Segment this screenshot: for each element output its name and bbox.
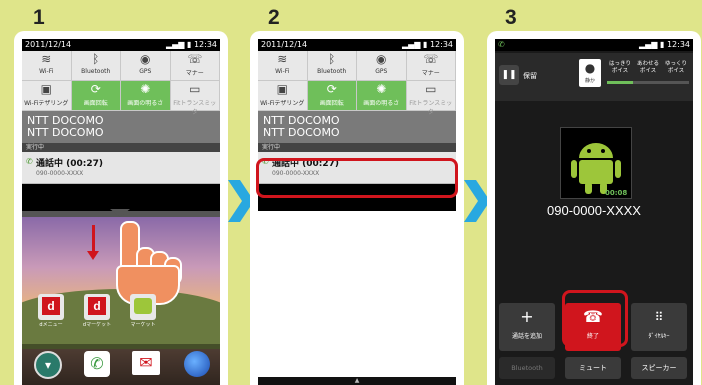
wifi-icon: ≋ [277, 52, 288, 66]
quick-settings: ≋ Wi-Fi ᛒ Bluetooth ◉ GPS ☏ マナー ▣ Wi-Fiテザリング … [22, 51, 220, 116]
dmarket-icon: d [88, 297, 106, 315]
fm-transmitter-icon: ▭ [425, 82, 437, 96]
running-header: 実行中 [258, 143, 456, 152]
status-time: 12:34 [193, 40, 217, 49]
signal-icon: ▂▄▆ ▮ [165, 40, 194, 49]
qs-brightness[interactable]: ✺ 画面の明るさ [357, 81, 407, 111]
fm-transmitter-icon: ▭ [189, 82, 201, 96]
qs-rotate[interactable]: ⟳ 画面回転 [307, 81, 357, 111]
qs-fm[interactable]: ▭ Fitトランスミッタ [406, 81, 456, 116]
wifi-icon: ≋ [41, 52, 52, 66]
phone-step-2: 2011/12/14 ▂▄▆ ▮ 12:34 ≋ Wi-Fi ᛒ Bluetooth… [250, 31, 464, 385]
plus-icon: + [520, 307, 534, 326]
brightness-icon: ✺ [376, 82, 387, 96]
status-bar: ✆ ▂▄▆ ▮ 12:34 [495, 39, 693, 51]
phone-step-1: 2011/12/14 ▂▄▆ ▮ 12:34 ≋ Wi-Fi ᛒ Bluetooth… [14, 31, 228, 385]
signal-icon: ▂▄▆ ▮ [638, 40, 667, 49]
notification-title: 通話中 (00:27) [36, 159, 104, 169]
qs-manner[interactable]: ☏ マナー [406, 51, 456, 81]
app-dmenu[interactable]: d [38, 294, 64, 320]
notification-number: 090-0000-XXXX [36, 170, 84, 177]
phone-app-icon[interactable]: ✆ [84, 351, 110, 377]
phone-icon: ✆ [26, 157, 33, 166]
status-date: 2011/12/14 [261, 40, 308, 49]
qs-gps[interactable]: ◉ GPS [357, 51, 407, 81]
panel-bottom-handle[interactable]: ▲ [258, 377, 456, 385]
qs-wifi[interactable]: ≋ Wi-Fi [22, 51, 72, 81]
qs-rotate[interactable]: ⟳ 画面回転 [71, 81, 121, 111]
qs-manner[interactable]: ☏ マナー [170, 51, 220, 81]
mute-button[interactable]: ミュート [565, 357, 621, 379]
status-time: 12:34 [666, 40, 690, 49]
call-notification[interactable]: ✆ 通話中 (00:27) 090-0000-XXXX [22, 152, 220, 184]
app-dmarket[interactable]: d [84, 294, 110, 320]
hold-button[interactable]: ❚❚ [499, 65, 519, 85]
app-drawer-icon[interactable]: ▾ [34, 351, 62, 379]
qs-fm[interactable]: ▭ Fitトランスミッタ [170, 81, 220, 116]
qs-wifi[interactable]: ≋ Wi-Fi [258, 51, 308, 81]
dialpad-button[interactable]: ⠿ ﾀﾞｲﾔﾙｷｰ [631, 303, 687, 351]
hand-pointer-icon [112, 221, 182, 305]
caller-number: 090-0000-XXXX [547, 203, 641, 218]
qs-tethering[interactable]: ▣ Wi-Fiテザリング [22, 81, 72, 111]
quiet-mode-button[interactable]: ● 静か [579, 59, 601, 87]
status-time: 12:34 [429, 40, 453, 49]
running-header: 実行中 [22, 143, 220, 152]
market-icon [134, 298, 152, 314]
voice-level-fill [607, 81, 633, 84]
manner-icon: ☏ [423, 52, 439, 66]
app-dmenu-label: dメニュー [39, 322, 63, 328]
speaker-button[interactable]: スピーカー [631, 357, 687, 379]
person-icon: ● [584, 61, 596, 75]
rotate-icon: ⟳ [90, 82, 101, 96]
dialpad-icon: ⠿ [654, 310, 664, 324]
step-number-2: 2 [268, 6, 280, 29]
dmenu-icon: d [42, 297, 60, 315]
add-call-button[interactable]: + 通話を追加 [499, 303, 555, 351]
bluetooth-button[interactable]: Bluetooth [499, 357, 555, 379]
quick-settings: ≋ Wi-Fi ᛒ Bluetooth ◉ GPS ☏ マナー ▣ Wi-Fiテザリング … [258, 51, 456, 116]
wifi-tethering-icon: ▣ [40, 82, 52, 96]
screen-step-1: 2011/12/14 ▂▄▆ ▮ 12:34 ≋ Wi-Fi ᛒ Bluetooth… [22, 39, 220, 385]
app-market[interactable] [130, 294, 156, 320]
status-date: 2011/12/14 [25, 40, 72, 49]
phone-step-3: ✆ ▂▄▆ ▮ 12:34 ❚❚ 保留 ● 静か はっきり ボイス あわせる ボ… [487, 31, 701, 385]
qs-bluetooth[interactable]: ᛒ Bluetooth [307, 51, 357, 81]
voice-option-match[interactable]: あわせる ボイス [635, 61, 661, 75]
bluetooth-icon: ᛒ [92, 52, 100, 66]
gps-icon: ◉ [140, 52, 151, 66]
highlight-end-call [562, 290, 628, 347]
bluetooth-icon: ᛒ [328, 52, 336, 66]
mail-app-icon[interactable]: ✉ [132, 351, 160, 375]
qs-brightness[interactable]: ✺ 画面の明るさ [121, 81, 171, 111]
qs-gps[interactable]: ◉ GPS [121, 51, 171, 81]
step-number-3: 3 [505, 6, 517, 29]
call-timer: 00:08 [605, 189, 628, 197]
app-market-label: マーケット [130, 322, 156, 328]
hold-label: 保留 [523, 72, 537, 80]
status-bar: 2011/12/14 ▂▄▆ ▮ 12:34 [258, 39, 456, 51]
qs-bluetooth[interactable]: ᛒ Bluetooth [71, 51, 121, 81]
voice-option-slow[interactable]: ゆっくり ボイス [663, 61, 689, 75]
manner-icon: ☏ [187, 52, 203, 66]
voice-option-clear[interactable]: はっきり ボイス [607, 61, 633, 75]
rotate-icon: ⟳ [326, 82, 337, 96]
handle-notch [110, 209, 130, 217]
notification-panel-empty [258, 211, 456, 377]
drag-down-arrowhead [87, 251, 99, 260]
android-icon [561, 128, 631, 198]
highlight-notification [256, 158, 458, 198]
app-dmarket-label: dマーケット [82, 322, 112, 328]
call-status-icon: ✆ [498, 40, 505, 49]
gps-icon: ◉ [376, 52, 387, 66]
qs-tethering[interactable]: ▣ Wi-Fiテザリング [258, 81, 308, 111]
wifi-tethering-icon: ▣ [276, 82, 288, 96]
brightness-icon: ✺ [140, 82, 151, 96]
status-bar: 2011/12/14 ▂▄▆ ▮ 12:34 [22, 39, 220, 51]
browser-app-icon[interactable] [184, 351, 210, 377]
step-number-1: 1 [33, 6, 45, 29]
screen-step-2: 2011/12/14 ▂▄▆ ▮ 12:34 ≋ Wi-Fi ᛒ Bluetooth… [258, 39, 456, 385]
signal-icon: ▂▄▆ ▮ [401, 40, 430, 49]
